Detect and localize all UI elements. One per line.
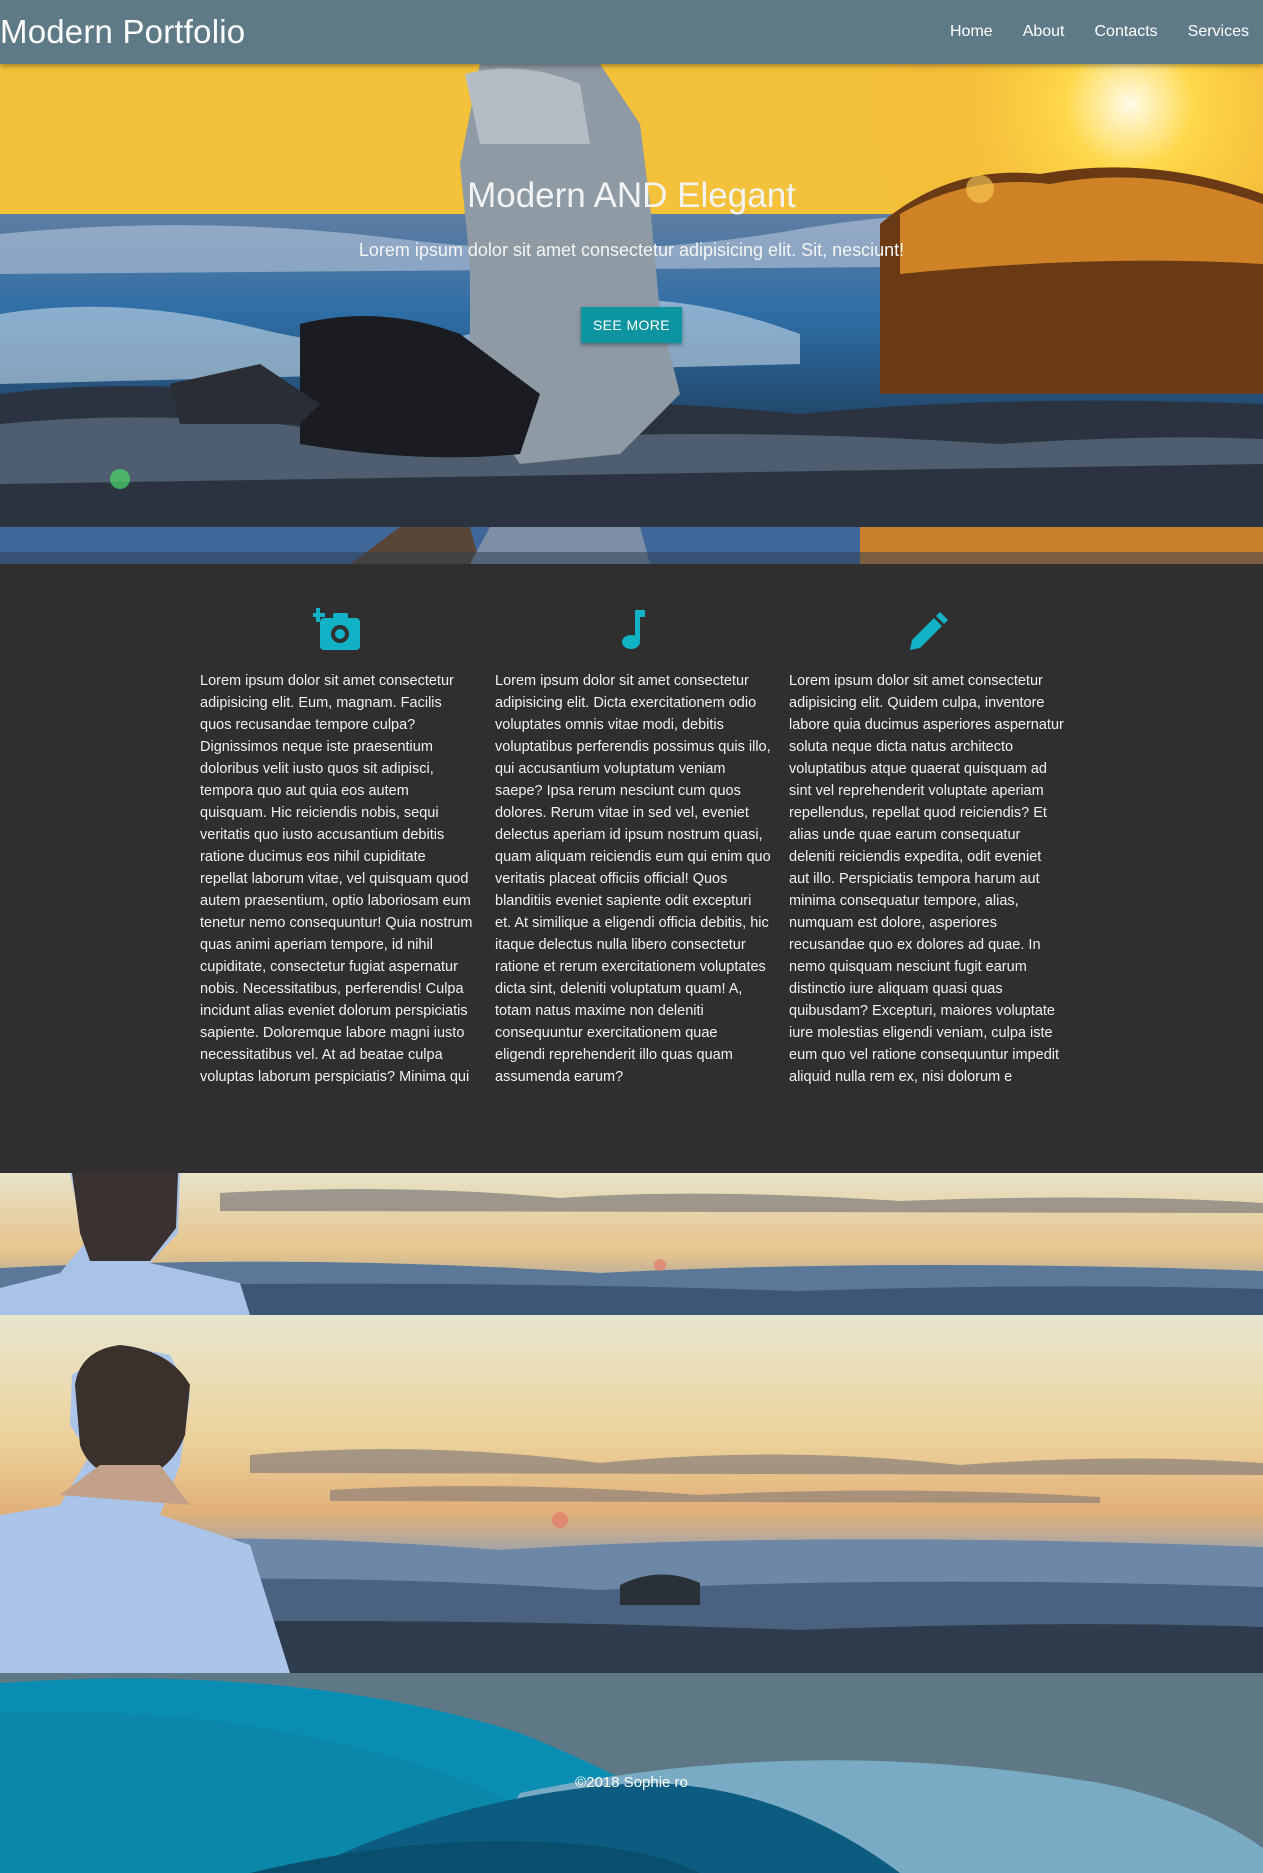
feature-column: Lorem ipsum dolor sit amet consectetur a…: [495, 608, 771, 1088]
feature-text: Lorem ipsum dolor sit amet consectetur a…: [495, 673, 771, 1085]
navbar: Modern Portfolio Home About Contacts Ser…: [0, 0, 1263, 64]
feature-column: Lorem ipsum dolor sit amet consectetur a…: [200, 608, 476, 1088]
nav-home-link[interactable]: Home: [950, 23, 993, 41]
nav-services-link[interactable]: Services: [1188, 23, 1249, 41]
hero-bottom-strip: [0, 527, 1263, 564]
footer-wave-decoration: [0, 1673, 1263, 1873]
brand-logo[interactable]: Modern Portfolio: [0, 13, 245, 51]
landscape-image-top: [0, 1173, 1263, 1315]
landscape-banner-top: [0, 1173, 1263, 1315]
nav-about-link[interactable]: About: [1023, 23, 1065, 41]
see-more-button[interactable]: SEE MORE: [581, 307, 682, 343]
camera-add-icon: [313, 608, 360, 650]
features-section: Lorem ipsum dolor sit amet consectetur a…: [0, 564, 1263, 1173]
nav-links: Home About Contacts Services: [920, 23, 1249, 41]
hero-background-image: [0, 64, 1263, 527]
feature-column: Lorem ipsum dolor sit amet consectetur a…: [789, 608, 1065, 1088]
hero-strip-image: [0, 527, 1263, 564]
pencil-icon: [910, 612, 948, 650]
nav-contacts-link[interactable]: Contacts: [1095, 23, 1158, 41]
hero-section: Modern AND Elegant Lorem ipsum dolor sit…: [0, 64, 1263, 527]
feature-text: Lorem ipsum dolor sit amet consectetur a…: [200, 673, 473, 1085]
landscape-banner-main: [0, 1315, 1263, 1673]
footer: ©2018 Sophie ro: [0, 1673, 1263, 1873]
music-note-icon: [622, 610, 645, 649]
hero-title: Modern AND Elegant: [467, 176, 796, 215]
feature-text: Lorem ipsum dolor sit amet consectetur a…: [789, 673, 1064, 1085]
footer-copyright: ©2018 Sophie ro: [575, 1774, 688, 1791]
hero-subtitle: Lorem ipsum dolor sit amet consectetur a…: [358, 240, 905, 260]
landscape-image-main: [0, 1315, 1263, 1673]
